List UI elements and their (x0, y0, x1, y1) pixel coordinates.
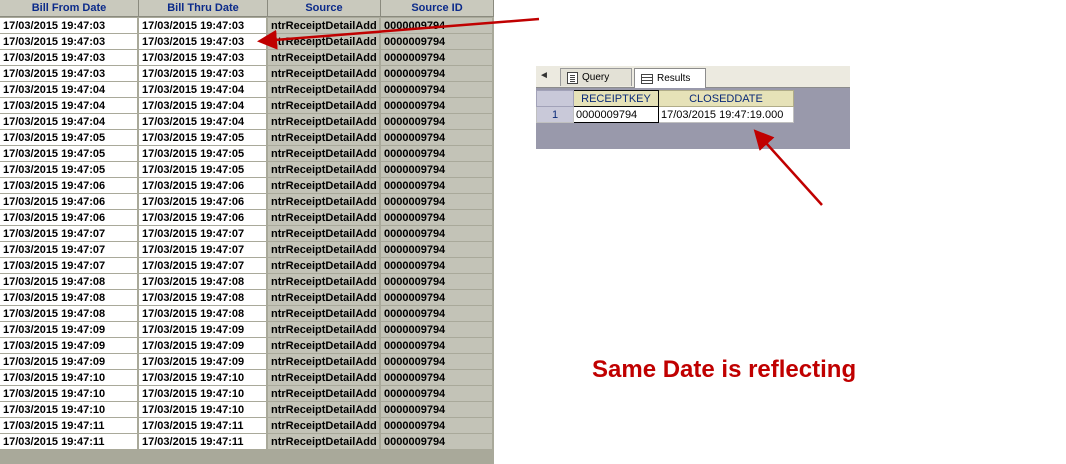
arrow-to-closeddate (753, 129, 823, 206)
annotation-arrows (257, 17, 823, 206)
arrow-to-grid (257, 17, 540, 50)
